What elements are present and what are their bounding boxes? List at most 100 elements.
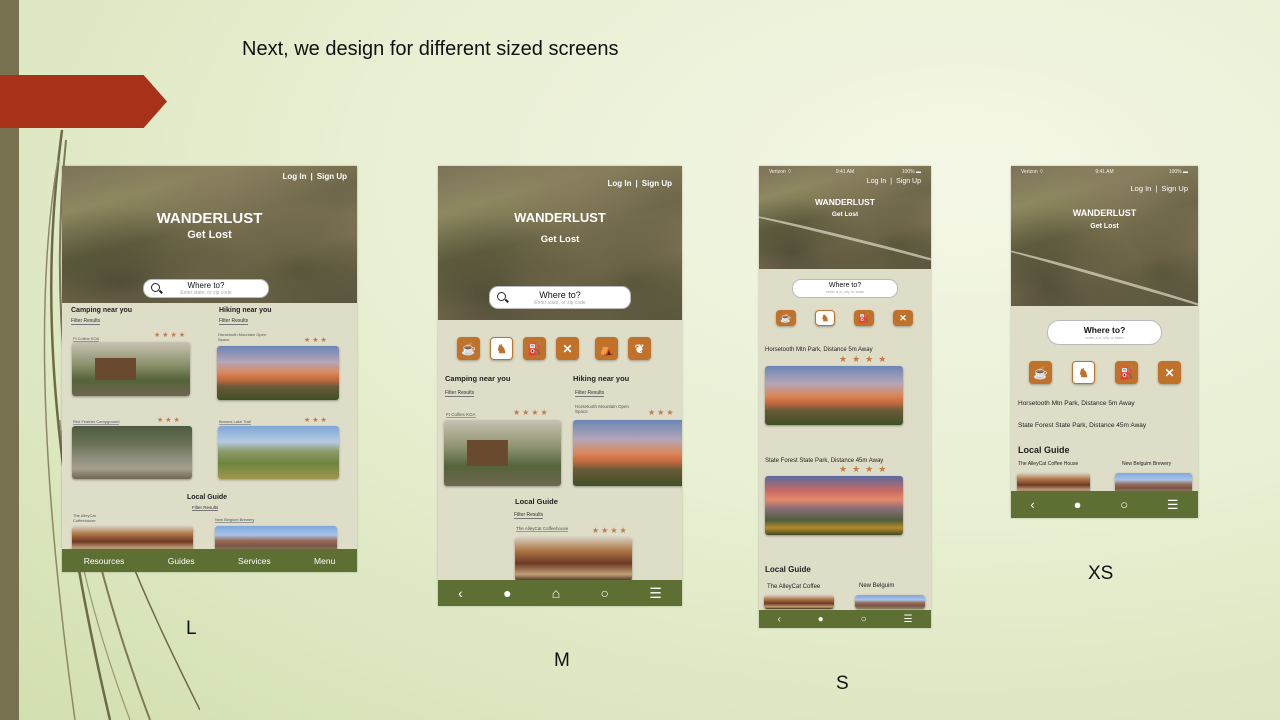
guide-filter-link[interactable]: Filter Results (514, 512, 544, 519)
restaurant-icon[interactable]: ✕ (893, 310, 913, 326)
park-info[interactable]: Horsetooth Mtn Park, Distance 5m Away (1018, 400, 1135, 407)
rating-stars: ★★★ (648, 408, 676, 417)
photo-alleycat[interactable] (1017, 473, 1090, 493)
carrier: Verizon ⌔ (769, 169, 792, 175)
gas-pump-icon[interactable]: ⛽ (1115, 361, 1138, 384)
brand: WANDERLUST Get Lost (438, 210, 682, 245)
hero-banner: Log In | Sign Up WANDERLUST Get Lost Where… (438, 166, 682, 320)
auth-links: Log In | Sign Up (282, 172, 347, 181)
park-info[interactable]: State Forest State Park, Distance 45m Aw… (1018, 422, 1146, 429)
camping-heading: Camping near you (71, 307, 133, 314)
back-icon[interactable]: ‹ (458, 585, 463, 601)
slide-arrow-decoration (0, 75, 167, 128)
login-link[interactable]: Log In (283, 172, 307, 181)
place-name[interactable]: Red Feather Campground (73, 419, 120, 425)
photo-horsetooth[interactable] (765, 366, 903, 425)
place-name[interactable]: Ft Collins KOA (446, 412, 476, 418)
hiker-icon[interactable]: ♞ (1072, 361, 1095, 384)
search-input[interactable]: Where to? enter a a, city or state (792, 279, 898, 298)
user-icon[interactable]: ● (1074, 497, 1082, 512)
search-icon[interactable]: ○ (601, 585, 609, 601)
nav-menu[interactable]: Menu (314, 556, 335, 566)
hero-banner: Verizon ⌔ 9:41 AM 100% ▬ Log In | Sign Up … (759, 166, 931, 269)
search-label: Where to? (187, 281, 225, 290)
search-placeholder: Enter state, or zip code (180, 290, 232, 296)
leaf-icon[interactable]: ❦ (628, 337, 651, 360)
gas-pump-icon[interactable]: ⛽ (854, 310, 874, 326)
photo-alleycat[interactable] (515, 537, 632, 581)
guide-name[interactable]: New Belguim Brewery (1122, 461, 1171, 467)
brand-name: WANDERLUST (514, 210, 606, 225)
signup-link[interactable]: Sign Up (642, 179, 672, 188)
photo-new-belgium[interactable] (1115, 473, 1192, 493)
signup-link[interactable]: Sign Up (1161, 184, 1188, 193)
coffee-icon[interactable]: ☕ (1029, 361, 1052, 384)
search-icon[interactable]: ○ (1120, 497, 1128, 512)
hiking-filter-link[interactable]: Filter Results (219, 318, 249, 325)
hero-banner: Verizon ⌔ 9:41 AM 100% ▬ Log In | Sign Up … (1011, 166, 1198, 306)
photo-ft-collins-koa[interactable] (444, 420, 561, 486)
search-input[interactable]: Where to? Enter state, or zip code (143, 279, 269, 298)
signup-link[interactable]: Sign Up (317, 172, 347, 181)
menu-icon[interactable]: ☰ (904, 614, 913, 625)
gas-pump-icon[interactable]: ⛽ (523, 337, 546, 360)
menu-icon[interactable]: ☰ (1167, 497, 1179, 513)
coffee-icon[interactable]: ☕ (457, 337, 480, 360)
hiker-icon[interactable]: ♞ (490, 337, 513, 360)
search-input[interactable]: Where to? Enter state, or zip code (489, 286, 631, 309)
login-link[interactable]: Log In (867, 178, 886, 185)
photo-horsetooth[interactable] (217, 346, 339, 400)
search-label: Where to? (539, 290, 581, 300)
brand-tagline: Get Lost (540, 234, 580, 245)
back-icon[interactable]: ‹ (777, 614, 780, 625)
camping-filter-link[interactable]: Filter Results (445, 390, 475, 397)
search-input[interactable]: Where to? enter a a, city or state (1047, 320, 1162, 345)
search-icon[interactable]: ○ (861, 614, 867, 625)
user-icon[interactable]: ● (503, 585, 511, 601)
place-name[interactable]: New Belgium Brewery (215, 517, 255, 523)
nav-resources[interactable]: Resources (84, 556, 125, 566)
tent-icon[interactable]: ⛺ (595, 337, 618, 360)
restaurant-icon[interactable]: ✕ (1158, 361, 1181, 384)
coffee-icon[interactable]: ☕ (776, 310, 796, 326)
login-link[interactable]: Log In (608, 179, 632, 188)
guide-name[interactable]: The AlleyCat Coffee House (1018, 461, 1078, 467)
back-icon[interactable]: ‹ (1030, 497, 1034, 512)
nav-guides[interactable]: Guides (168, 556, 195, 566)
hiking-filter-link[interactable]: Filter Results (575, 390, 605, 397)
brand: WANDERLUST Get Lost (62, 210, 357, 241)
guide-filter-link[interactable]: Filter Results (192, 505, 219, 511)
photo-horsetooth[interactable] (573, 420, 682, 486)
home-icon[interactable]: ⌂ (552, 585, 560, 601)
brand-tagline: Get Lost (1090, 223, 1119, 230)
login-link[interactable]: Log In (1131, 184, 1152, 193)
place-name[interactable]: Browns Lake Trail (219, 419, 251, 425)
hiker-icon[interactable]: ♞ (815, 310, 835, 326)
photo-red-feather[interactable] (72, 426, 192, 479)
photo-state-forest[interactable] (765, 476, 903, 535)
place-name[interactable]: The AlleyCat Coffeehouse (73, 513, 108, 523)
bottom-nav: ‹ ● ○ ☰ (759, 610, 931, 628)
search-placeholder: Enter state, or zip code (534, 300, 586, 306)
restaurant-icon[interactable]: ✕ (556, 337, 579, 360)
guide-name[interactable]: The AlleyCat Coffee (767, 584, 820, 590)
photo-alleycat[interactable] (764, 595, 834, 609)
park-info[interactable]: Horsetooth Mtn Park, Distance 5m Away (765, 347, 873, 353)
place-name[interactable]: The AlleyCat Coffeehouse (516, 526, 569, 532)
camping-filter-link[interactable]: Filter Results (71, 318, 101, 325)
place-name[interactable]: Horsetooth Mountain Open Space (575, 404, 630, 414)
label-l: L (186, 618, 197, 639)
brand-tagline: Get Lost (831, 211, 859, 218)
brand: WANDERLUST Get Lost (759, 197, 931, 218)
menu-icon[interactable]: ☰ (649, 585, 662, 602)
rating-stars: ★★★ (157, 417, 182, 424)
nav-services[interactable]: Services (238, 556, 271, 566)
place-name[interactable]: Horsetooth Mountain Open Space (218, 332, 273, 342)
photo-ft-collins-koa[interactable] (72, 342, 190, 396)
screen-medium: Log In | Sign Up WANDERLUST Get Lost Where… (438, 166, 682, 606)
signup-link[interactable]: Sign Up (896, 178, 921, 185)
photo-browns-lake[interactable] (218, 426, 339, 479)
photo-new-belgium[interactable] (855, 595, 925, 609)
user-icon[interactable]: ● (818, 614, 824, 625)
guide-name[interactable]: New Belguim (859, 583, 894, 589)
